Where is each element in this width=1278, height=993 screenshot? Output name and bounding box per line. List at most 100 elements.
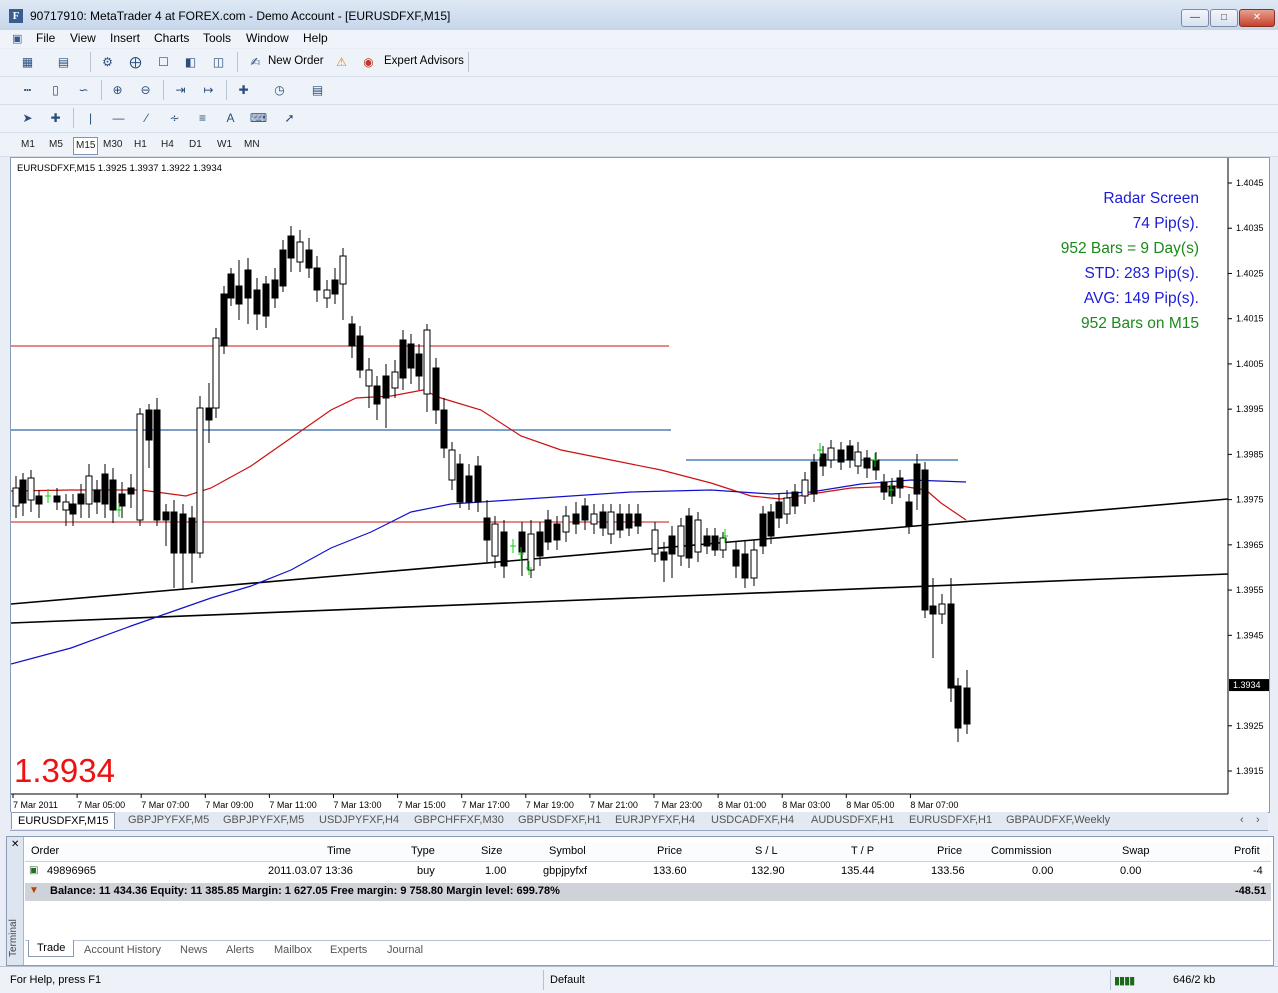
tf-h1[interactable]: H1 xyxy=(134,139,147,150)
col-type[interactable]: Type xyxy=(411,845,435,857)
menu-file[interactable]: File xyxy=(36,31,55,45)
candlesticks-icon[interactable]: ▯ xyxy=(46,81,65,99)
menu-charts[interactable]: Charts xyxy=(154,31,189,45)
tab-account-history[interactable]: Account History xyxy=(84,944,161,956)
chart-tab[interactable]: GBPAUDFXF,Weekly xyxy=(1006,814,1110,826)
terminal-icon[interactable]: ◧ xyxy=(181,53,200,71)
navigator-icon[interactable]: ⨁ xyxy=(126,53,145,71)
terminal-tabs: Trade Account History News Alerts Mailbo… xyxy=(25,940,1271,963)
col-tp[interactable]: T / P xyxy=(851,845,874,857)
tab-alerts[interactable]: Alerts xyxy=(226,944,254,956)
radar-line: 74 Pip(s). xyxy=(1132,215,1199,232)
profiles-icon[interactable]: ▤ xyxy=(54,53,73,71)
zoom-in-icon[interactable]: ⊕ xyxy=(108,81,127,99)
menu-view[interactable]: View xyxy=(70,31,96,45)
connection-icon[interactable]: ▮▮▮▮ xyxy=(1114,974,1135,987)
new-chart-icon[interactable]: ▦ xyxy=(18,53,37,71)
chart-tab[interactable]: GBPJPYFXF,M5 xyxy=(223,814,304,826)
chart-window[interactable]: 1.4045 1.4035 1.4025 1.4015 1.4005 1.3995 1.39… xyxy=(10,157,1270,813)
zoom-out-icon[interactable]: ⊖ xyxy=(136,81,155,99)
timeframe-toolbar: M1 M5 M15 M30 H1 H4 D1 W1 MN xyxy=(0,133,1278,157)
chart-shift-icon[interactable]: ↦ xyxy=(199,81,218,99)
col-sl[interactable]: S / L xyxy=(755,845,778,857)
col-commission[interactable]: Commission xyxy=(991,845,1052,857)
col-symbol[interactable]: Symbol xyxy=(549,845,586,857)
market-watch-icon[interactable]: ⚙ xyxy=(98,53,117,71)
trendline-icon[interactable]: ∕ xyxy=(137,109,156,127)
tf-m1[interactable]: M1 xyxy=(21,139,35,150)
doc-icon[interactable]: ▣ xyxy=(12,32,22,45)
chart-tab[interactable]: AUDUSDFXF,H1 xyxy=(811,814,894,826)
tf-mn[interactable]: MN xyxy=(244,139,260,150)
periods-icon[interactable]: ◷ xyxy=(270,81,289,99)
fibonacci-icon[interactable]: ≡ xyxy=(193,109,212,127)
menu-help[interactable]: Help xyxy=(303,31,328,45)
cursor-icon[interactable]: ➤ xyxy=(18,109,37,127)
chart-tab[interactable]: EURUSDFXF,M15 xyxy=(11,812,116,829)
templates-icon[interactable]: ▤ xyxy=(308,81,327,99)
chart-tab[interactable]: EURJPYFXF,H4 xyxy=(615,814,695,826)
chart-tab[interactable]: GBPJPYFXF,M5 xyxy=(128,814,209,826)
vertical-line-icon[interactable]: | xyxy=(81,109,100,127)
col-swap[interactable]: Swap xyxy=(1122,845,1150,857)
tab-journal[interactable]: Journal xyxy=(387,944,423,956)
text-label-icon[interactable]: ⌨ xyxy=(249,109,268,127)
tester-icon[interactable]: ◫ xyxy=(209,53,228,71)
candle-body xyxy=(35,495,43,505)
expert-advisors-button[interactable]: Expert Advisors xyxy=(384,55,464,67)
tab-trade[interactable]: Trade xyxy=(28,940,75,957)
minimize-button[interactable]: — xyxy=(1181,9,1209,27)
data-window-icon[interactable]: ☐ xyxy=(154,53,173,71)
big-price-label: 1.3934 xyxy=(14,752,115,789)
chart-tab[interactable]: GBPUSDFXF,H1 xyxy=(518,814,601,826)
candle-body xyxy=(553,523,561,541)
tab-news[interactable]: News xyxy=(180,944,208,956)
menu-window[interactable]: Window xyxy=(246,31,289,45)
tf-m30[interactable]: M30 xyxy=(103,139,122,150)
terminal-close-icon[interactable]: ✕ xyxy=(11,839,19,850)
text-icon[interactable]: A xyxy=(221,109,240,127)
menu-tools[interactable]: Tools xyxy=(203,31,231,45)
chart-tab[interactable]: USDCADFXF,H4 xyxy=(711,814,794,826)
tf-h4[interactable]: H4 xyxy=(161,139,174,150)
close-button[interactable]: ✕ xyxy=(1239,9,1275,27)
col-cur-price[interactable]: Price xyxy=(937,845,962,857)
col-size[interactable]: Size xyxy=(481,845,502,857)
tab-experts[interactable]: Experts xyxy=(330,944,367,956)
indicators-icon[interactable]: ✚ xyxy=(234,81,253,99)
tf-d1[interactable]: D1 xyxy=(189,139,202,150)
tab-mailbox[interactable]: Mailbox xyxy=(274,944,312,956)
new-order-icon[interactable]: ✍ xyxy=(246,53,265,71)
line-chart-icon[interactable]: ∽ xyxy=(74,81,93,99)
bar-chart-icon[interactable]: ┅ xyxy=(18,81,37,99)
maximize-button[interactable]: □ xyxy=(1210,9,1238,27)
tf-w1[interactable]: W1 xyxy=(217,139,232,150)
new-order-button[interactable]: New Order xyxy=(268,55,324,67)
warning-icon[interactable]: ⚠ xyxy=(332,53,351,71)
col-price[interactable]: Price xyxy=(657,845,682,857)
balance-row[interactable]: ▼ Balance: 11 434.36 Equity: 11 385.85 M… xyxy=(25,883,1271,901)
chart-tab[interactable]: EURUSDFXF,H1 xyxy=(909,814,992,826)
status-profile[interactable]: Default xyxy=(550,974,585,986)
chart-tab[interactable]: GBPCHFFXF,M30 xyxy=(414,814,504,826)
menu-insert[interactable]: Insert xyxy=(110,31,140,45)
col-order[interactable]: Order xyxy=(31,845,59,857)
table-row[interactable]: ▣ 49896965 2011.03.07 13:36 buy 1.00 gbp… xyxy=(25,863,1271,881)
tf-m5[interactable]: M5 xyxy=(49,139,63,150)
horizontal-line-icon[interactable]: — xyxy=(109,109,128,127)
time-tick-label: 8 Mar 05:00 xyxy=(846,800,894,810)
tab-scroll-right-icon[interactable]: › xyxy=(1256,814,1260,826)
channel-icon[interactable]: ∻ xyxy=(165,109,184,127)
candle-body xyxy=(382,375,390,399)
tf-m15[interactable]: M15 xyxy=(73,137,99,155)
candle-body xyxy=(77,493,85,505)
tab-scroll-left-icon[interactable]: ‹ xyxy=(1240,814,1244,826)
col-profit[interactable]: Profit xyxy=(1234,845,1260,857)
expert-advisors-icon[interactable]: ◉ xyxy=(359,53,378,71)
arrows-icon[interactable]: ➚ xyxy=(280,109,299,127)
chart-tab[interactable]: USDJPYFXF,H4 xyxy=(319,814,399,826)
col-time[interactable]: Time xyxy=(327,845,351,857)
candle-body xyxy=(660,551,668,561)
crosshair-icon[interactable]: ✚ xyxy=(46,109,65,127)
auto-scroll-icon[interactable]: ⇥ xyxy=(171,81,190,99)
